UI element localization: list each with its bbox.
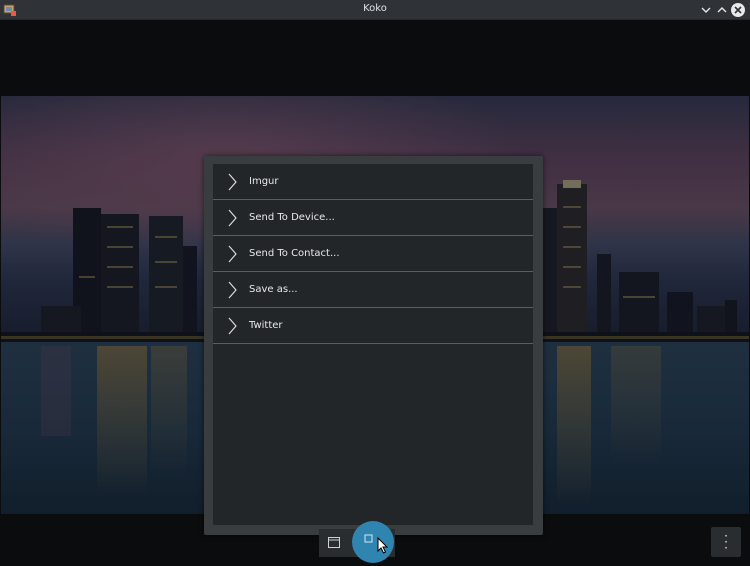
share-item-send-to-contact[interactable]: Send To Contact... <box>213 236 533 272</box>
share-item-label: Imgur <box>249 176 279 187</box>
maximize-icon[interactable] <box>715 3 729 17</box>
share-options-list: Imgur Send To Device... Send To Contact.… <box>213 164 533 525</box>
chevron-right-icon <box>228 281 237 299</box>
mouse-cursor-icon <box>377 537 389 554</box>
share-item-imgur[interactable]: Imgur <box>213 164 533 200</box>
share-item-save-as[interactable]: Save as... <box>213 272 533 308</box>
share-item-send-to-device[interactable]: Send To Device... <box>213 200 533 236</box>
share-item-label: Send To Device... <box>249 212 335 223</box>
share-item-twitter[interactable]: Twitter <box>213 308 533 344</box>
chevron-right-icon <box>228 317 237 335</box>
window-title: Koko <box>363 3 387 14</box>
share-item-label: Save as... <box>249 284 298 295</box>
chevron-right-icon <box>228 173 237 191</box>
share-item-label: Twitter <box>249 320 283 331</box>
share-dialog: Imgur Send To Device... Send To Contact.… <box>204 156 543 535</box>
chevron-right-icon <box>228 245 237 263</box>
close-icon[interactable] <box>731 3 745 17</box>
share-item-label: Send To Contact... <box>249 248 340 259</box>
overflow-menu-icon[interactable]: · · · <box>711 527 741 557</box>
slideshow-icon[interactable] <box>328 537 340 548</box>
minimize-icon[interactable] <box>699 3 713 17</box>
title-bar: Koko <box>0 0 750 20</box>
koko-window: Koko Imgur Send To Device... Send To Con… <box>0 0 750 566</box>
chevron-right-icon <box>228 209 237 227</box>
